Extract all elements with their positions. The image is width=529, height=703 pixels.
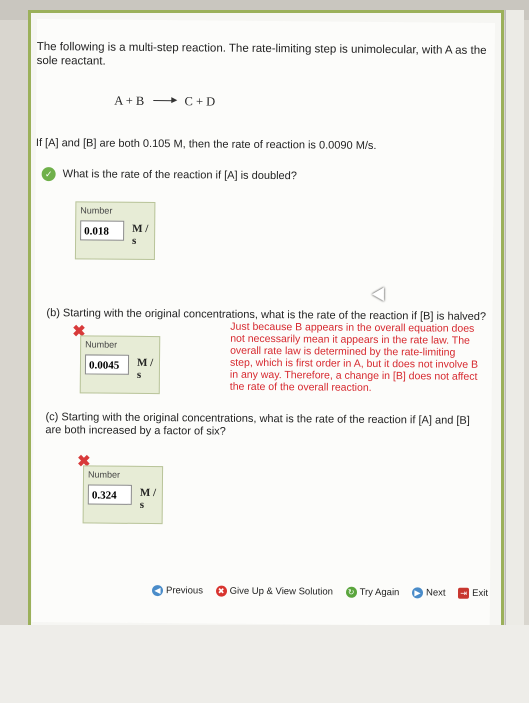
part-b-number-label: Number bbox=[85, 339, 118, 350]
part-a-answer-input[interactable]: 0.018 bbox=[80, 220, 125, 241]
part-c-question: (c) Starting with the original concentra… bbox=[45, 411, 470, 438]
previous-button[interactable]: ◀ Previous bbox=[151, 585, 204, 597]
part-a-unit: M / s bbox=[132, 222, 149, 247]
next-label: Next bbox=[425, 587, 446, 599]
screen: The following is a multi-step reaction. … bbox=[0, 0, 529, 703]
navigation-bar: ◀ Previous ✖ Give Up & View Solution ↻ Try … bbox=[151, 585, 498, 599]
equation-left: A + B bbox=[114, 93, 145, 108]
try-again-label: Try Again bbox=[359, 586, 400, 599]
question-frame: The following is a multi-step reaction. … bbox=[28, 10, 504, 631]
part-a-question: ✓ What is the rate of the reaction if [A… bbox=[41, 167, 297, 183]
part-c-answer-box: Number 0.324 M / s bbox=[82, 465, 164, 525]
exit-icon: ⇥ bbox=[458, 587, 470, 599]
give-up-button[interactable]: ✖ Give Up & View Solution bbox=[215, 585, 333, 598]
try-again-button[interactable]: ↻ Try Again bbox=[345, 586, 400, 599]
previous-label: Previous bbox=[165, 585, 204, 597]
part-b-unit: M / s bbox=[136, 356, 154, 381]
reaction-equation: A + B C + D bbox=[114, 94, 215, 110]
give-up-icon: ✖ bbox=[215, 585, 227, 597]
exit-label: Exit bbox=[472, 587, 489, 599]
exit-button[interactable]: ⇥ Exit bbox=[458, 587, 489, 599]
give-up-label: Give Up & View Solution bbox=[229, 585, 333, 598]
try-again-icon: ↻ bbox=[345, 586, 357, 598]
scrollbar[interactable] bbox=[505, 10, 524, 625]
part-c-number-label: Number bbox=[87, 469, 121, 480]
part-c-unit: M / s bbox=[139, 486, 157, 511]
page-bottom-area bbox=[0, 625, 529, 703]
part-a-number-label: Number bbox=[80, 205, 113, 216]
question-sheet: The following is a multi-step reaction. … bbox=[31, 19, 498, 626]
reaction-arrow-icon bbox=[153, 100, 176, 102]
part-b-answer-box: Number 0.0045 M / s bbox=[79, 335, 161, 395]
next-button[interactable]: ▶ Next bbox=[411, 587, 446, 599]
part-a-question-text: What is the rate of the reaction if [A] … bbox=[62, 168, 297, 183]
equation-right: C + D bbox=[184, 94, 216, 109]
part-b-feedback: Just because B appears in the overall eq… bbox=[229, 320, 479, 395]
correct-check-icon: ✓ bbox=[41, 167, 56, 182]
given-conditions: If [A] and [B] are both 0.105 M, then th… bbox=[35, 136, 377, 152]
problem-intro: The following is a multi-step reaction. … bbox=[36, 40, 487, 68]
part-a-answer-box: Number 0.018 M / s bbox=[74, 201, 156, 261]
part-c-answer-input[interactable]: 0.324 bbox=[87, 484, 132, 505]
next-arrow-icon: ▶ bbox=[411, 587, 424, 599]
previous-arrow-icon: ◀ bbox=[151, 585, 164, 597]
part-b-answer-input[interactable]: 0.0045 bbox=[84, 354, 130, 375]
